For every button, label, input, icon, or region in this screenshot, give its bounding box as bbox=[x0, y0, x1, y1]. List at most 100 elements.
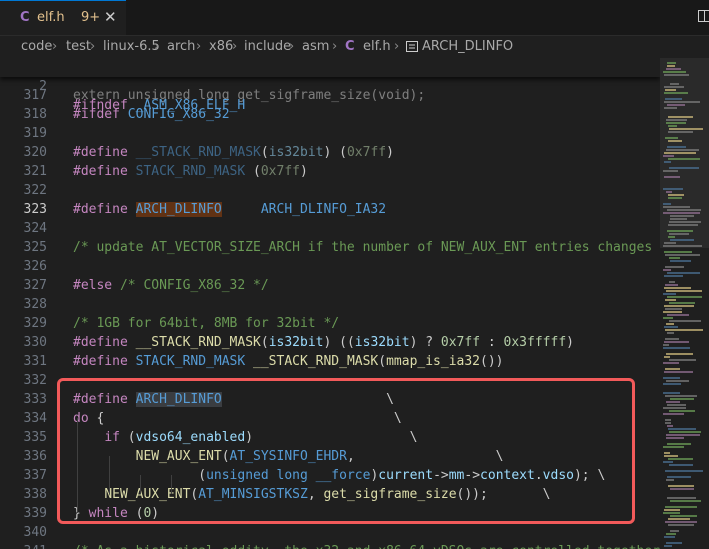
code-line[interactable]: 320 #define __STACK_RND_MASK(is32bit) (0x… bbox=[0, 143, 660, 162]
code-line[interactable]: 325 /* update AT_VECTOR_SIZE_ARCH if the … bbox=[0, 238, 660, 257]
minimap[interactable] bbox=[660, 58, 709, 549]
minimap-line bbox=[667, 209, 701, 211]
minimap-line bbox=[667, 425, 673, 427]
breadcrumb-item-arch[interactable]: arch bbox=[167, 39, 195, 54]
code-token: ) (( bbox=[323, 335, 355, 350]
minimap-line bbox=[668, 458, 693, 460]
minimap-line bbox=[668, 236, 675, 238]
code-token: ARCH_DLINFO_IA32 bbox=[260, 202, 387, 217]
minimap-line bbox=[666, 437, 684, 439]
minimap-line bbox=[664, 161, 671, 163]
minimap-line bbox=[668, 485, 694, 487]
minimap-line bbox=[666, 149, 699, 151]
minimap-line bbox=[663, 293, 676, 295]
minimap-line bbox=[665, 422, 671, 424]
breadcrumb-item-x86[interactable]: x86 bbox=[209, 39, 233, 54]
breadcrumb-separator: › bbox=[289, 39, 295, 54]
minimap-line bbox=[668, 197, 682, 199]
minimap-line bbox=[664, 509, 680, 511]
code-line[interactable]: 326 bbox=[0, 257, 660, 276]
code-token: __STACK_RND_MASK bbox=[135, 335, 261, 350]
minimap-line bbox=[665, 329, 703, 331]
breadcrumb-item-file[interactable]: elf.h bbox=[363, 39, 391, 54]
minimap-line bbox=[666, 68, 681, 70]
code-token: ( bbox=[260, 145, 269, 160]
sticky-scroll-header[interactable]: 2 #ifndef _ASM_X86_ELF_H bbox=[0, 58, 660, 113]
minimap-line bbox=[666, 353, 693, 355]
line-number: 331 bbox=[23, 354, 47, 369]
tab-elf-h[interactable]: C elf.h 9+ ✕ bbox=[0, 0, 126, 35]
minimap-line bbox=[665, 254, 700, 256]
minimap-line bbox=[666, 479, 674, 481]
minimap-line bbox=[663, 377, 680, 379]
code-text: #define ARCH_DLINFO ARCH_DLINFO_IA32 bbox=[73, 200, 386, 219]
code-line[interactable]: 329 /* 1GB for 64bit, 8MB for 32bit */ bbox=[0, 314, 660, 333]
minimap-line bbox=[664, 305, 694, 307]
minimap-line bbox=[667, 104, 685, 106]
code-line[interactable]: 331 #define STACK_RND_MASK __STACK_RND_MA… bbox=[0, 352, 660, 371]
code-token: ) ? bbox=[409, 335, 441, 350]
code-token: #define bbox=[73, 164, 128, 179]
line-number: 324 bbox=[23, 221, 47, 236]
code-line[interactable]: 327 #else /* CONFIG_X86_32 */ bbox=[0, 276, 660, 295]
line-number: 329 bbox=[23, 316, 47, 331]
minimap-line bbox=[665, 368, 680, 370]
minimap-line bbox=[665, 506, 697, 508]
code-line[interactable]: 341 /* As a historical oddity, the x32 an… bbox=[0, 542, 660, 549]
breadcrumb-item-include[interactable]: include bbox=[244, 39, 291, 54]
minimap-line bbox=[664, 107, 677, 109]
code-line[interactable]: 330 #define __STACK_RND_MASK(is32bit) ((i… bbox=[0, 333, 660, 352]
breadcrumb-item-asm[interactable]: asm bbox=[302, 39, 329, 54]
minimap-line bbox=[668, 158, 700, 160]
minimap-line bbox=[670, 83, 679, 85]
breadcrumb-separator: › bbox=[232, 39, 238, 54]
code-token: ()) bbox=[480, 354, 504, 369]
minimap-line bbox=[670, 218, 687, 220]
close-icon[interactable]: ✕ bbox=[104, 8, 117, 26]
code-line[interactable]: 328 bbox=[0, 295, 660, 314]
code-text: #define __STACK_RND_MASK(is32bit) (0x7ff… bbox=[73, 143, 394, 162]
minimap-line bbox=[668, 125, 677, 127]
code-token: 0x3fffff bbox=[503, 335, 567, 350]
breadcrumb-item-test[interactable]: test bbox=[66, 39, 91, 54]
code-text: #else /* CONFIG_X86_32 */ bbox=[73, 276, 269, 295]
code-token: __STACK_RND_MASK bbox=[135, 145, 261, 160]
minimap-line bbox=[663, 446, 684, 448]
minimap-line bbox=[667, 146, 686, 148]
code-line[interactable]: 324 bbox=[0, 219, 660, 238]
line-number: 323 bbox=[23, 202, 47, 217]
breadcrumb-item-symbol[interactable]: ARCH_DLINFO bbox=[422, 39, 513, 54]
code-token: is32bit bbox=[354, 335, 410, 350]
line-number: 321 bbox=[23, 164, 47, 179]
code-token: #define bbox=[73, 145, 128, 160]
minimap-line bbox=[664, 545, 672, 547]
minimap-line bbox=[663, 383, 681, 385]
breadcrumb-separator: › bbox=[90, 39, 96, 54]
code-token: __STACK_RND_MASK bbox=[253, 354, 379, 369]
code-line[interactable]: 323 #define ARCH_DLINFO ARCH_DLINFO_IA32 bbox=[0, 200, 660, 219]
breadcrumb-item-linux[interactable]: linux-6.5 bbox=[103, 39, 160, 54]
minimap-line bbox=[665, 308, 682, 310]
minimap-line bbox=[667, 497, 696, 499]
code-token: /* CONFIG_X86_32 */ bbox=[119, 278, 269, 293]
code-line[interactable]: 340 bbox=[0, 523, 660, 542]
code-token: is32bit bbox=[268, 335, 324, 350]
minimap-line bbox=[665, 521, 697, 523]
code-token: ( bbox=[245, 164, 261, 179]
minimap-line bbox=[663, 170, 678, 172]
minimap-line bbox=[670, 215, 694, 217]
code-line[interactable]: 322 bbox=[0, 181, 660, 200]
problems-badge: 9+ bbox=[81, 10, 101, 25]
line-number: 340 bbox=[23, 525, 47, 540]
minimap-line bbox=[665, 137, 678, 139]
code-line[interactable]: 319 bbox=[0, 124, 660, 143]
split-editor-icon[interactable] bbox=[698, 10, 709, 22]
breadcrumb-item-code[interactable]: code bbox=[21, 39, 52, 54]
code-token: : bbox=[480, 335, 504, 350]
code-line[interactable]: 321 #define STACK_RND_MASK (0x7ff) bbox=[0, 162, 660, 181]
line-number: 330 bbox=[23, 335, 47, 350]
minimap-line bbox=[669, 359, 696, 361]
code-token: #define bbox=[73, 202, 128, 217]
minimap-line bbox=[669, 257, 680, 259]
